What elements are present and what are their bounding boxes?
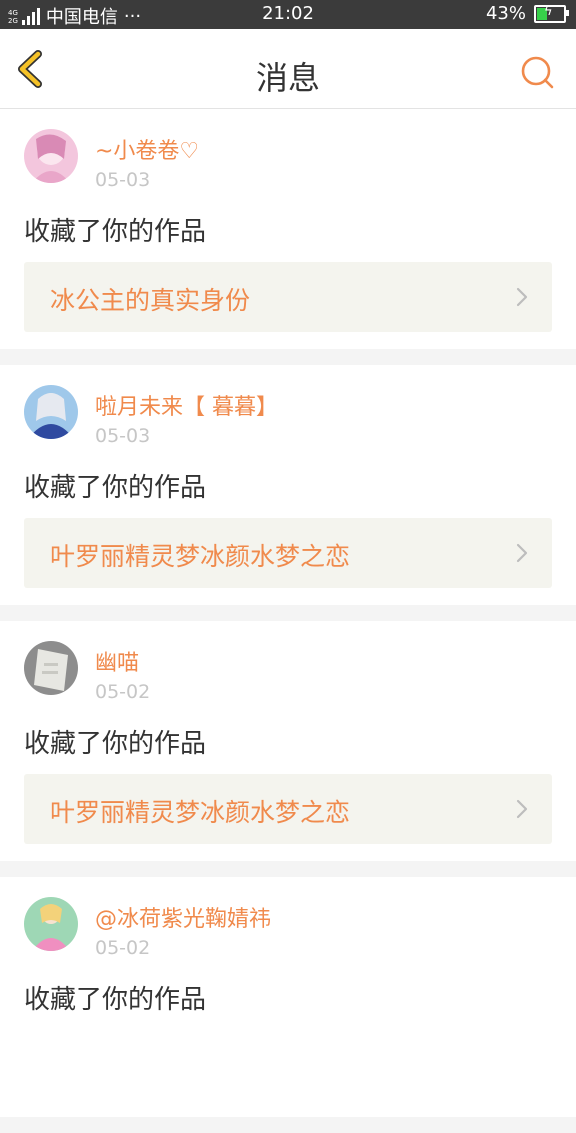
message-date: 05-03	[95, 169, 151, 191]
message-date: 05-02	[95, 681, 151, 703]
work-link[interactable]: 叶罗丽精灵梦冰颜水梦之恋	[24, 518, 552, 588]
battery-icon: ϟ	[534, 3, 569, 23]
action-text: 收藏了你的作品	[24, 217, 207, 247]
user-avatar[interactable]	[24, 897, 78, 951]
work-link[interactable]: 叶罗丽精灵梦冰颜水梦之恋	[24, 774, 552, 844]
user-avatar[interactable]	[24, 641, 78, 695]
work-title: 冰公主的真实身份	[50, 286, 251, 315]
chevron-right-icon	[516, 287, 528, 307]
status-right: 43% ϟ	[485, 3, 569, 24]
action-text: 收藏了你的作品	[24, 473, 207, 503]
page-title: 消息	[255, 59, 320, 97]
battery-percent: 43%	[485, 3, 526, 24]
chevron-right-icon	[516, 799, 528, 819]
message-date: 05-03	[95, 425, 151, 447]
message-date: 05-02	[95, 937, 151, 959]
username[interactable]: 幽喵	[95, 645, 139, 677]
username[interactable]: @冰荷紫光鞠婧祎	[95, 901, 271, 933]
user-avatar[interactable]	[24, 385, 78, 439]
work-title: 叶罗丽精灵梦冰颜水梦之恋	[50, 798, 351, 827]
message-card: 啦月未来【 暮暮】 05-03 收藏了你的作品 叶罗丽精灵梦冰颜水梦之恋	[0, 365, 576, 605]
chevron-right-icon	[516, 543, 528, 563]
status-bar: 4G 2G 中国电信 ··· 21:02 43% ϟ	[0, 0, 576, 29]
username[interactable]: 啦月未来【 暮暮】	[95, 389, 278, 421]
work-title: 叶罗丽精灵梦冰颜水梦之恋	[50, 542, 351, 571]
search-icon[interactable]	[520, 55, 554, 89]
action-text: 收藏了你的作品	[24, 985, 207, 1015]
username[interactable]: ~小卷卷♡	[95, 133, 199, 165]
work-link[interactable]: 冰公主的真实身份	[24, 262, 552, 332]
message-card: ~小卷卷♡ 05-03 收藏了你的作品 冰公主的真实身份	[0, 109, 576, 349]
navigation-bar: 消息	[0, 29, 576, 109]
message-list: ~小卷卷♡ 05-03 收藏了你的作品 冰公主的真实身份 啦月未来【 暮暮】 0…	[0, 109, 576, 1133]
message-card: @冰荷紫光鞠婧祎 05-02 收藏了你的作品	[0, 877, 576, 1117]
charging-icon: ϟ	[544, 3, 553, 19]
message-card: 幽喵 05-02 收藏了你的作品 叶罗丽精灵梦冰颜水梦之恋	[0, 621, 576, 861]
action-text: 收藏了你的作品	[24, 729, 207, 759]
user-avatar[interactable]	[24, 129, 78, 183]
